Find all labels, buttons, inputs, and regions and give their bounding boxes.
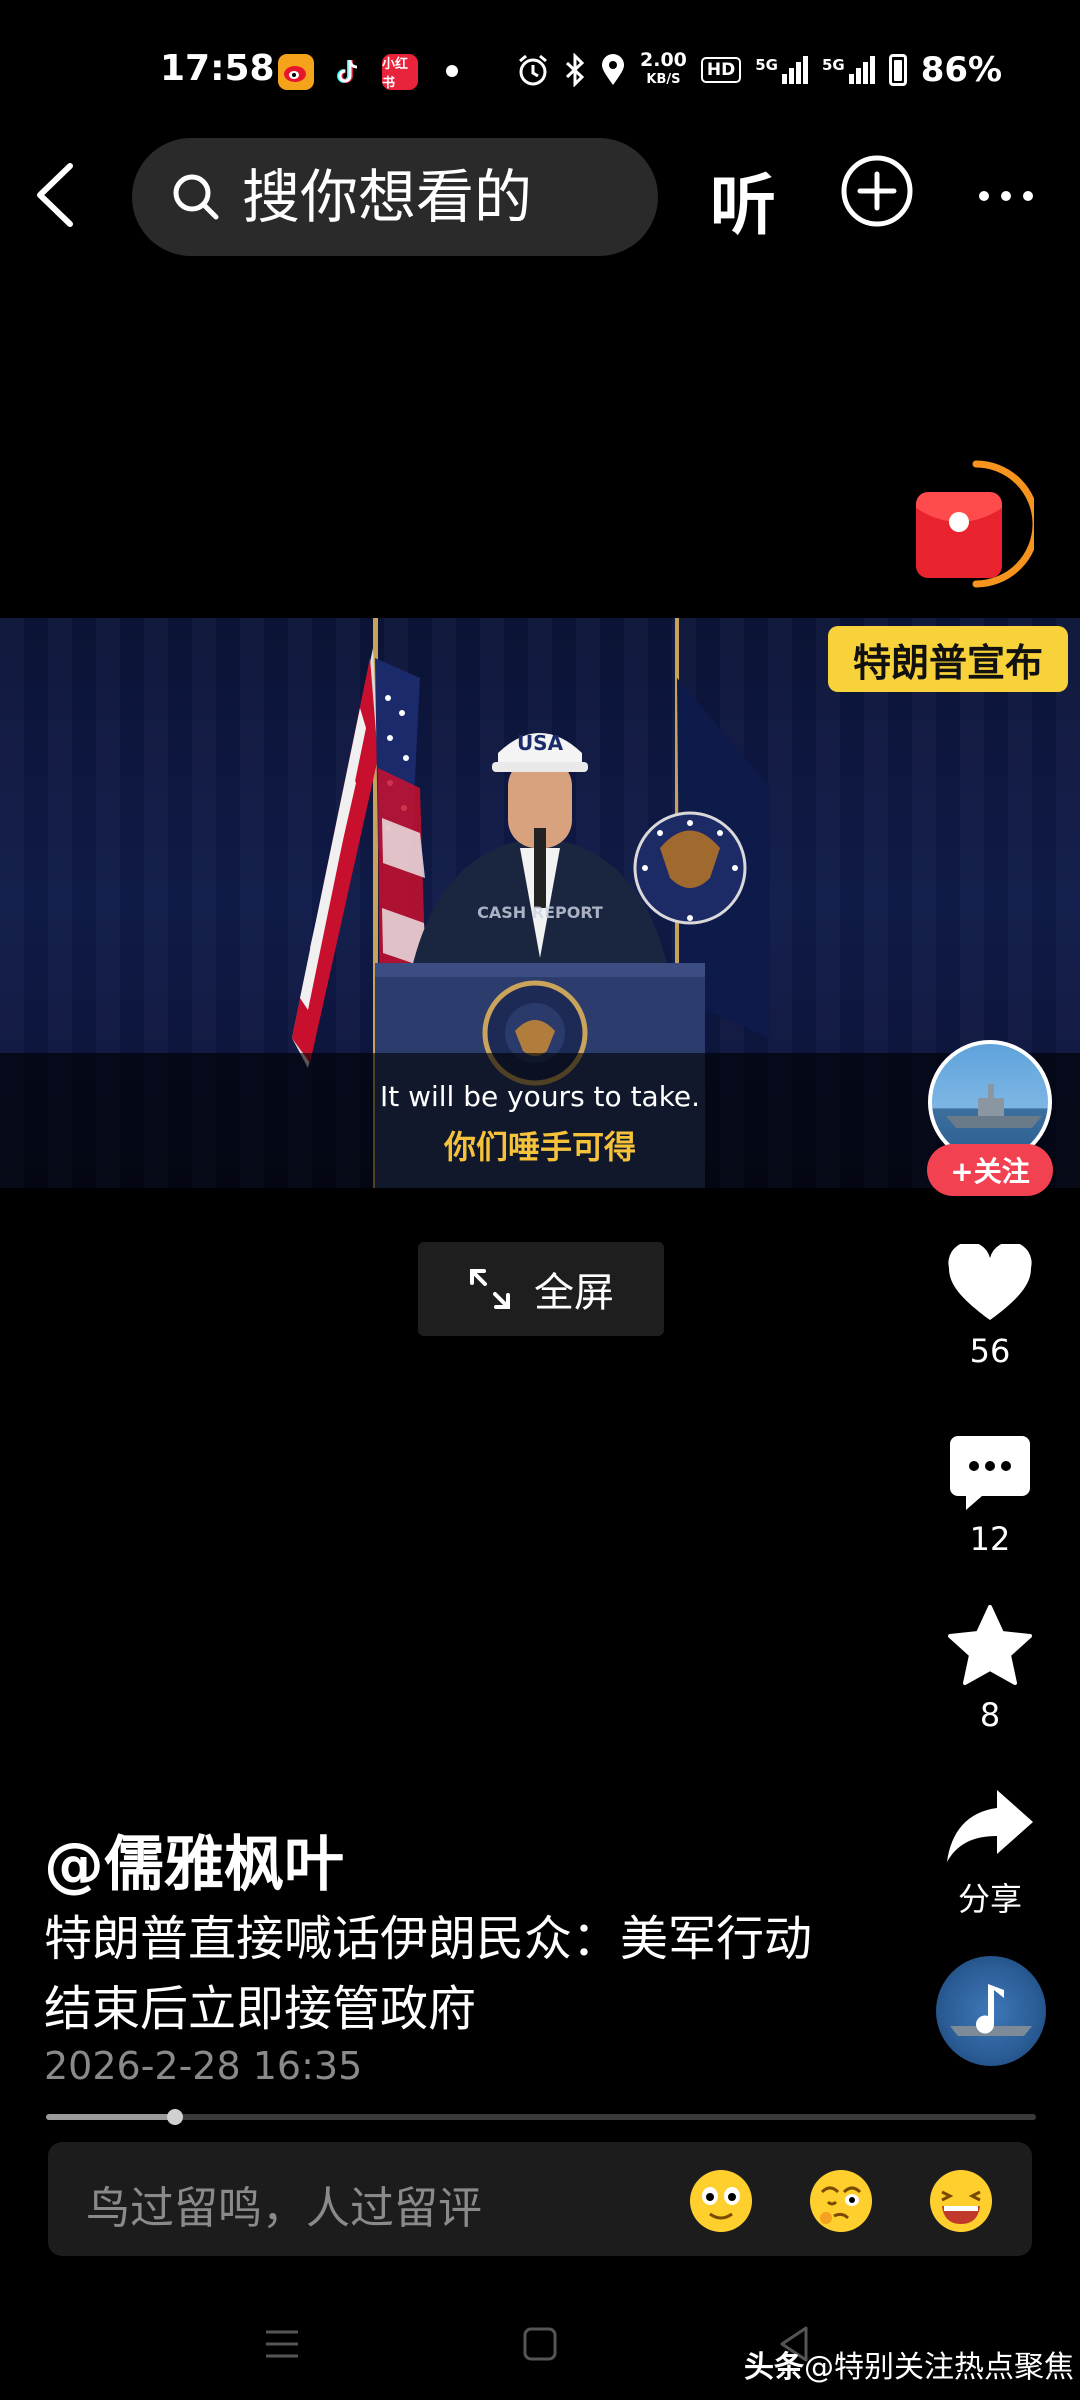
follow-button[interactable]: +关注 <box>927 1144 1053 1196</box>
search-icon <box>173 174 219 220</box>
signal-icon-1: 5G <box>755 56 808 84</box>
battery-icon <box>888 54 907 86</box>
fullscreen-label: 全屏 <box>534 1270 614 1316</box>
add-circle-icon[interactable] <box>840 154 914 228</box>
subtitle-english: It will be yours to take. <box>379 1080 701 1113</box>
favorite-count: 8 <box>979 1696 1001 1734</box>
listen-button[interactable]: 听 <box>710 152 776 248</box>
net-speed: 2.00 KB/S <box>640 49 687 87</box>
location-icon <box>602 54 624 85</box>
fullscreen-button[interactable]: 全屏 <box>418 1242 664 1336</box>
star-icon <box>948 1605 1032 1685</box>
notification-dot <box>446 65 458 77</box>
comment-placeholder: 鸟过留鸣，人过留评 <box>86 2183 482 2234</box>
status-bar: 17:58 小红书 2.00 KB/S HD 5G 5G 86% <box>0 0 1080 140</box>
hd-icon: HD <box>700 57 742 83</box>
weibo-icon <box>278 54 314 90</box>
expand-icon <box>470 1269 510 1309</box>
video-description: 特朗普直接喊话伊朗民众：美军行动结束后立即接管政府 <box>44 1911 813 2037</box>
comment-button[interactable]: 12 <box>940 1432 1040 1558</box>
music-disc[interactable] <box>936 1956 1046 2066</box>
heart-icon <box>948 1241 1032 1320</box>
author-name[interactable]: @儒雅枫叶 <box>44 1816 344 1903</box>
signal-icon-2: 5G <box>822 56 875 84</box>
progress-fill <box>46 2114 175 2120</box>
watermark-handle: @特别关注热点聚焦 <box>804 2350 1074 2385</box>
share-icon <box>947 1790 1033 1862</box>
like-button[interactable]: 56 <box>940 1241 1040 1370</box>
home-nav-icon[interactable] <box>522 2326 558 2362</box>
thinking-emoji-icon[interactable] <box>808 2168 874 2234</box>
watermark-brand: 头条 <box>744 2350 804 2385</box>
battery-percent: 86% <box>920 50 1003 90</box>
laughing-emoji-icon[interactable] <box>928 2168 994 2234</box>
post-date: 2026-2-28 16:35 <box>44 2044 363 2088</box>
back-arrow-icon[interactable] <box>26 160 86 230</box>
search-bar[interactable]: 搜你想看的 <box>132 138 658 256</box>
more-icon[interactable] <box>976 176 1036 216</box>
music-note-icon <box>950 1984 1032 2036</box>
comment-input[interactable]: 鸟过留鸣，人过留评 <box>48 2142 1032 2256</box>
search-placeholder: 搜你想看的 <box>242 163 533 231</box>
like-count: 56 <box>969 1332 1011 1370</box>
comment-count: 12 <box>969 1520 1011 1558</box>
menu-nav-icon[interactable] <box>264 2326 300 2362</box>
share-button[interactable]: 分享 <box>940 1786 1040 1920</box>
toutiao-watermark: 头条@特别关注热点聚焦 <box>744 2342 1074 2386</box>
video-progress-bar[interactable] <box>46 2109 1036 2125</box>
xiaohongshu-icon: 小红书 <box>382 54 418 91</box>
bluetooth-icon <box>565 53 585 87</box>
progress-knob[interactable] <box>166 2109 183 2125</box>
status-time: 17:58 <box>160 48 275 89</box>
red-packet-icon[interactable] <box>906 460 1034 588</box>
comment-icon <box>950 1436 1030 1510</box>
cap-text: USA <box>517 731 564 755</box>
tiktok-icon <box>330 54 366 90</box>
favorite-button[interactable]: 8 <box>940 1604 1040 1734</box>
smile-emoji-icon[interactable] <box>688 2168 754 2234</box>
share-label: 分享 <box>957 1880 1022 1918</box>
video-watermark: CASH REPORT <box>477 903 603 922</box>
alarm-icon <box>519 54 547 86</box>
status-icons: 2.00 KB/S HD 5G 5G 86% <box>516 50 1002 90</box>
announcement-tag[interactable]: 特朗普宣布 <box>828 626 1068 692</box>
subtitle-chinese: 你们唾手可得 <box>443 1128 636 1166</box>
